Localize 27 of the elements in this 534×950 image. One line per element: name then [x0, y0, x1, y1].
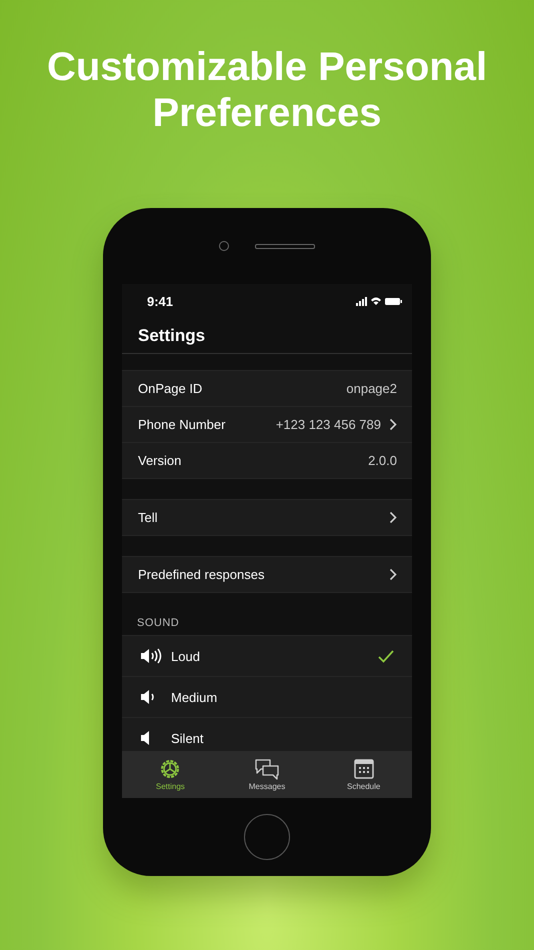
settings-row[interactable]: Phone Number +123 123 456 789 — [122, 407, 412, 443]
headline: Customizable Personal Preferences — [46, 44, 488, 136]
calendar-icon — [352, 758, 375, 780]
speaker-grille — [255, 244, 315, 248]
sound-option[interactable]: Medium — [122, 677, 412, 718]
sound-option[interactable]: Loud — [122, 636, 412, 677]
camera-icon — [219, 241, 229, 251]
speaker-icon — [140, 730, 150, 746]
chevron-icon — [389, 568, 397, 581]
tab[interactable]: Settings — [122, 751, 219, 798]
chevron-icon — [389, 511, 397, 524]
section-header: SOUND — [136, 616, 180, 631]
settings-row: OnPage ID onpage2 — [122, 371, 412, 407]
settings-row[interactable]: Predefined responses — [122, 557, 412, 592]
settings-row[interactable]: Tell — [122, 500, 412, 535]
screen-title: Settings — [122, 318, 412, 354]
chat-bubbles-icon — [254, 758, 280, 780]
tab[interactable]: Schedule — [315, 751, 412, 798]
speaker-icon — [140, 648, 162, 664]
tab[interactable]: Messages — [218, 751, 316, 798]
chevron-icon — [389, 418, 397, 431]
settings-row-text: Version 2.0.0 — [137, 452, 398, 470]
status-time: 9:41 — [147, 294, 174, 308]
status-icons — [356, 296, 402, 306]
speaker-icon — [140, 689, 154, 705]
gear-icon — [159, 758, 182, 780]
home-button[interactable] — [244, 814, 290, 860]
